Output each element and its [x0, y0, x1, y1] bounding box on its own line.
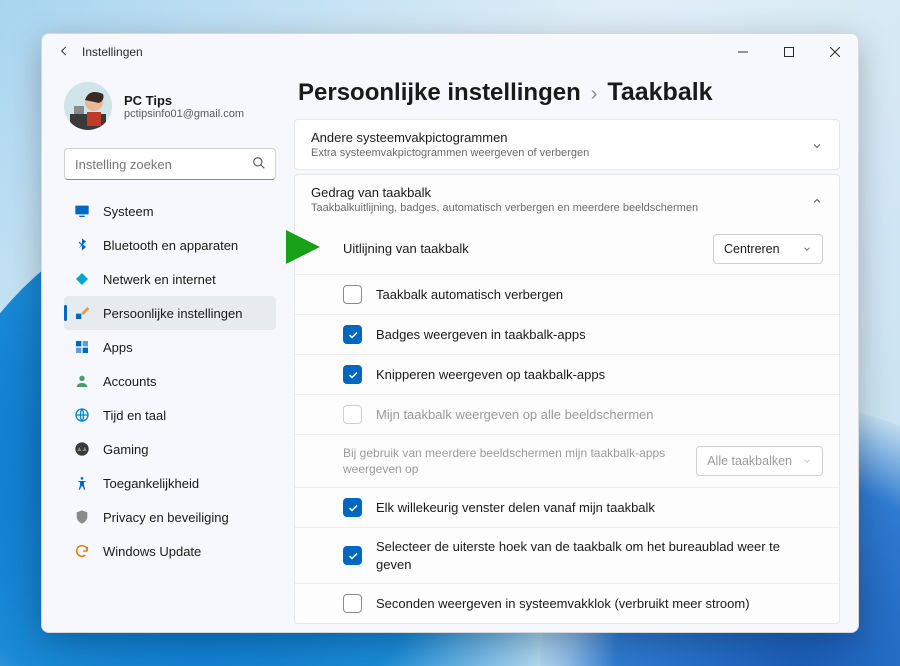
row-alignment: Uitlijning van taakbalk Centreren — [295, 224, 839, 274]
row-label: Uitlijning van taakbalk — [343, 240, 713, 258]
sidebar-item-system[interactable]: Systeem — [64, 194, 276, 228]
sidebar-item-label: Bluetooth en apparaten — [103, 238, 238, 253]
row-badges: Badges weergeven in taakbalk-apps — [295, 314, 839, 354]
avatar — [64, 82, 112, 130]
sidebar-item-windows-update[interactable]: Windows Update — [64, 534, 276, 568]
row-label: Bij gebruik van meerdere beeldschermen m… — [343, 445, 696, 477]
shield-icon — [74, 509, 90, 525]
card-taskbar-behavior: Gedrag van taakbalk Taakbalkuitlijning, … — [294, 174, 840, 624]
checkbox-auto-hide[interactable] — [343, 285, 362, 304]
checkbox-badges[interactable] — [343, 325, 362, 344]
profile-block[interactable]: PC Tips pctipsinfo01@gmail.com — [64, 76, 276, 144]
row-auto-hide: Taakbalk automatisch verbergen — [295, 274, 839, 314]
back-button[interactable] — [56, 44, 72, 61]
select-value: Alle taakbalken — [707, 454, 792, 468]
sidebar-item-apps[interactable]: Apps — [64, 330, 276, 364]
checkbox-clock-seconds[interactable] — [343, 594, 362, 613]
row-label: Mijn taakbalk weergeven op alle beeldsch… — [376, 406, 823, 424]
checkbox-all-monitors — [343, 405, 362, 424]
person-icon — [74, 373, 90, 389]
checkbox-desktop-corner[interactable] — [343, 546, 362, 565]
card-title: Andere systeemvakpictogrammen — [311, 130, 811, 145]
card-subtitle: Extra systeemvakpictogrammen weergeven o… — [311, 147, 811, 159]
row-label: Elk willekeurig venster delen vanaf mijn… — [376, 499, 823, 517]
card-other-tray-icons: Andere systeemvakpictogrammen Extra syst… — [294, 119, 840, 170]
sidebar-item-label: Privacy en beveiliging — [103, 510, 229, 525]
profile-name: PC Tips — [124, 93, 244, 108]
sidebar-item-label: Apps — [103, 340, 133, 355]
chevron-right-icon: › — [591, 83, 598, 106]
globe-icon — [74, 407, 90, 423]
row-label: Selecteer de uiterste hoek van de taakba… — [376, 538, 823, 573]
search-icon — [252, 156, 266, 170]
sidebar-item-label: Systeem — [103, 204, 154, 219]
select-value: Centreren — [724, 242, 792, 256]
breadcrumb: Persoonlijke instellingen › Taakbalk — [294, 78, 840, 119]
checkbox-share-window[interactable] — [343, 498, 362, 517]
titlebar: Instellingen — [42, 34, 858, 70]
sidebar-item-gaming[interactable]: Gaming — [64, 432, 276, 466]
row-clock-seconds: Seconden weergeven in systeemvakklok (ve… — [295, 583, 839, 623]
sidebar-item-privacy[interactable]: Privacy en beveiliging — [64, 500, 276, 534]
chevron-down-icon — [811, 139, 823, 151]
chevron-up-icon — [811, 194, 823, 206]
card-header-taskbar-behavior[interactable]: Gedrag van taakbalk Taakbalkuitlijning, … — [295, 175, 839, 224]
card-header-other-tray-icons[interactable]: Andere systeemvakpictogrammen Extra syst… — [295, 120, 839, 169]
sidebar-item-network[interactable]: Netwerk en internet — [64, 262, 276, 296]
sidebar-item-label: Netwerk en internet — [103, 272, 216, 287]
sidebar-item-accessibility[interactable]: Toegankelijkheid — [64, 466, 276, 500]
sidebar-item-label: Windows Update — [103, 544, 201, 559]
row-label: Knipperen weergeven op taakbalk-apps — [376, 366, 823, 384]
row-all-monitors: Mijn taakbalk weergeven op alle beeldsch… — [295, 394, 839, 434]
row-label: Seconden weergeven in systeemvakklok (ve… — [376, 595, 823, 613]
row-label: Taakbalk automatisch verbergen — [376, 286, 823, 304]
gaming-icon — [74, 441, 90, 457]
settings-window: Instellingen — [41, 33, 859, 633]
breadcrumb-parent[interactable]: Persoonlijke instellingen — [298, 79, 581, 107]
sidebar-item-bluetooth[interactable]: Bluetooth en apparaten — [64, 228, 276, 262]
card-subtitle: Taakbalkuitlijning, badges, automatisch … — [311, 202, 811, 214]
bluetooth-icon — [74, 237, 90, 253]
sidebar-item-label: Toegankelijkheid — [103, 476, 199, 491]
chevron-down-icon — [802, 244, 812, 254]
sidebar-item-label: Accounts — [103, 374, 156, 389]
monitor-icon — [74, 203, 90, 219]
sidebar-item-label: Persoonlijke instellingen — [103, 306, 242, 321]
sidebar-item-accounts[interactable]: Accounts — [64, 364, 276, 398]
sidebar-item-personalization[interactable]: Persoonlijke instellingen — [64, 296, 276, 330]
titlebar-title: Instellingen — [82, 45, 143, 59]
profile-email: pctipsinfo01@gmail.com — [124, 108, 244, 120]
window-minimize-button[interactable] — [720, 34, 766, 70]
select-alignment[interactable]: Centreren — [713, 234, 823, 264]
sidebar-item-label: Gaming — [103, 442, 149, 457]
sidebar-item-time-language[interactable]: Tijd en taal — [64, 398, 276, 432]
card-title: Gedrag van taakbalk — [311, 185, 811, 200]
sidebar: PC Tips pctipsinfo01@gmail.com Systeem B… — [42, 70, 286, 632]
row-share-window: Elk willekeurig venster delen vanaf mijn… — [295, 487, 839, 527]
accessibility-icon — [74, 475, 90, 491]
breadcrumb-current: Taakbalk — [607, 78, 712, 107]
main-content: Persoonlijke instellingen › Taakbalk And… — [286, 70, 858, 632]
select-multi-monitor: Alle taakbalken — [696, 446, 823, 476]
row-multi-monitor-apps: Bij gebruik van meerdere beeldschermen m… — [295, 434, 839, 487]
row-label: Badges weergeven in taakbalk-apps — [376, 326, 823, 344]
paintbrush-icon — [74, 305, 90, 321]
window-maximize-button[interactable] — [766, 34, 812, 70]
checkbox-flashing[interactable] — [343, 365, 362, 384]
apps-icon — [74, 339, 90, 355]
window-close-button[interactable] — [812, 34, 858, 70]
chevron-down-icon — [802, 456, 812, 466]
update-icon — [74, 543, 90, 559]
row-flashing: Knipperen weergeven op taakbalk-apps — [295, 354, 839, 394]
row-desktop-corner: Selecteer de uiterste hoek van de taakba… — [295, 527, 839, 583]
search-input[interactable] — [64, 148, 276, 180]
sidebar-item-label: Tijd en taal — [103, 408, 166, 423]
wifi-icon — [74, 271, 90, 287]
